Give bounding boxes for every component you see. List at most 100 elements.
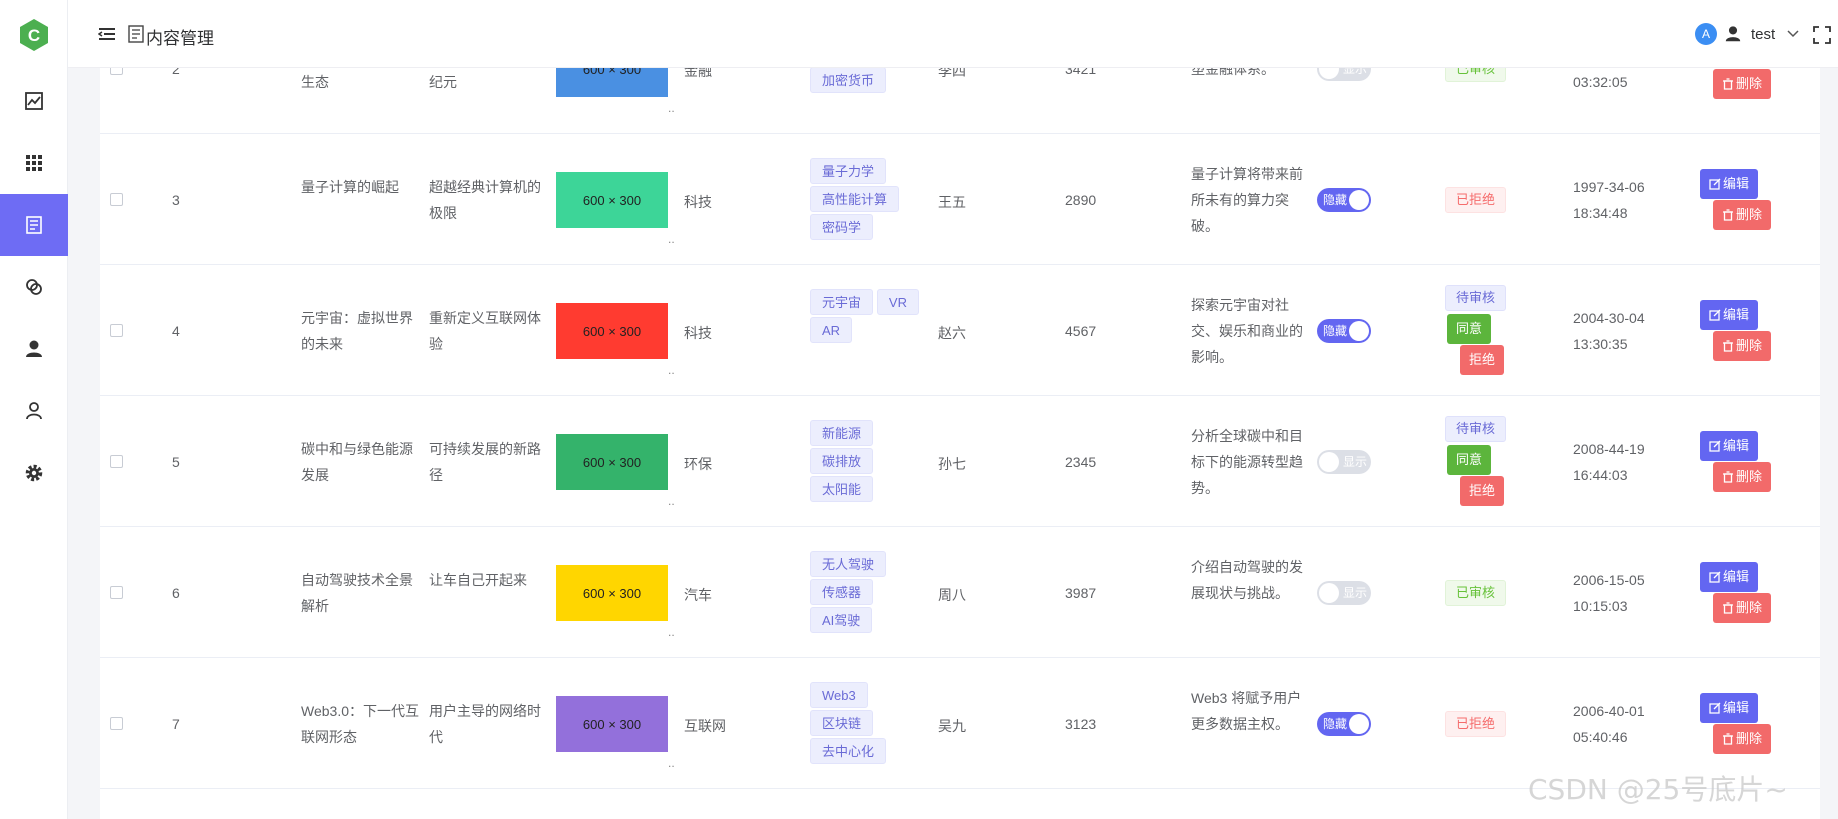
- edit-button[interactable]: 编辑: [1700, 562, 1759, 592]
- category: 科技: [684, 194, 712, 210]
- author: 吴九: [938, 718, 966, 734]
- menu-fold-icon[interactable]: [98, 25, 116, 43]
- table-row[interactable]: 2 区块链与未来金融生态 去中心化金融的新纪元 600 × 300 .. 金融 …: [100, 68, 1820, 134]
- article-subtitle: 可持续发展的新路径: [429, 441, 541, 483]
- visibility-toggle[interactable]: 显示: [1317, 450, 1371, 474]
- tag: VR: [876, 289, 919, 315]
- sidebar-item-settings[interactable]: [0, 442, 68, 504]
- author: 李四: [938, 68, 966, 79]
- table-row[interactable]: 6 自动驾驶技术全景解析 让车自己开起来 600 × 300 .. 汽车 无人驾…: [100, 528, 1820, 658]
- edit-icon: [1709, 702, 1721, 714]
- sidebar-item-content[interactable]: [0, 194, 68, 256]
- ellipsis-text: ..: [668, 756, 675, 770]
- ellipsis-text: ..: [668, 232, 675, 246]
- toggle-knob: [1349, 190, 1369, 210]
- agree-button[interactable]: 同意: [1447, 445, 1492, 475]
- username[interactable]: test: [1751, 26, 1775, 43]
- created-at: 2006-40-01 05:40:46: [1573, 703, 1645, 745]
- delete-button[interactable]: 删除: [1713, 593, 1772, 623]
- chevron-down-icon[interactable]: [1786, 29, 1800, 39]
- edit-button[interactable]: 编辑: [1700, 693, 1759, 723]
- row-id: 2: [172, 68, 180, 77]
- toggle-knob: [1349, 714, 1369, 734]
- visibility-toggle[interactable]: 显示: [1317, 68, 1371, 81]
- article-title: 碳中和与绿色能源发展: [301, 441, 413, 483]
- delete-button[interactable]: 删除: [1713, 200, 1772, 230]
- delete-button[interactable]: 删除: [1713, 462, 1772, 492]
- edit-button[interactable]: 编辑: [1700, 169, 1759, 199]
- cover-image[interactable]: 600 × 300: [556, 696, 668, 752]
- category: 环保: [684, 456, 712, 472]
- edit-button[interactable]: 编辑: [1700, 300, 1759, 330]
- sidebar-item-links[interactable]: [0, 256, 68, 318]
- row-id: 4: [172, 323, 180, 339]
- ellipsis-text: ..: [668, 363, 675, 377]
- article-subtitle: 超越经典计算机的极限: [429, 179, 541, 221]
- table-row[interactable]: 3 量子计算的崛起 超越经典计算机的极限 600 × 300 .. 科技 量子力…: [100, 135, 1820, 265]
- user-filled-icon: [26, 340, 42, 357]
- agree-button[interactable]: 同意: [1447, 314, 1492, 344]
- author: 孙七: [938, 456, 966, 472]
- delete-button[interactable]: 删除: [1713, 724, 1772, 754]
- table-row[interactable]: 4 元宇宙：虚拟世界的未来 重新定义互联网体验 600 × 300 .. 科技 …: [100, 266, 1820, 396]
- visibility-toggle[interactable]: 显示: [1317, 581, 1371, 605]
- tag: 去中心化: [810, 738, 887, 764]
- sidebar-item-dashboard[interactable]: [0, 70, 68, 132]
- tag: 密码学: [810, 214, 874, 240]
- visibility-toggle[interactable]: 隐藏: [1317, 319, 1371, 343]
- tag-list: 无人驾驶 传感器 AI驾驶: [810, 551, 930, 635]
- trash-icon: [1723, 209, 1733, 221]
- created-at: 2006-15-05 10:15:03: [1573, 572, 1645, 614]
- trash-icon: [1723, 733, 1733, 745]
- visibility-toggle[interactable]: 隐藏: [1317, 188, 1371, 212]
- article-title: 元宇宙：虚拟世界的未来: [301, 310, 413, 352]
- view-count: 3987: [1065, 585, 1097, 601]
- reject-button[interactable]: 拒绝: [1460, 345, 1505, 375]
- toggle-knob: [1319, 583, 1339, 603]
- cover-image[interactable]: 600 × 300: [556, 172, 668, 228]
- edit-icon: [1709, 309, 1721, 321]
- summary: 探讨区块链如何重塑金融体系。: [1191, 68, 1275, 77]
- article-subtitle: 用户主导的网络时代: [429, 703, 541, 745]
- cover-image[interactable]: 600 × 300: [556, 434, 668, 490]
- app-logo[interactable]: C: [19, 18, 49, 52]
- category: 汽车: [684, 587, 712, 603]
- svg-text:C: C: [28, 26, 40, 45]
- sidebar-item-apps[interactable]: [0, 132, 68, 194]
- cover-image[interactable]: 600 × 300: [556, 303, 668, 359]
- row-checkbox[interactable]: [110, 586, 123, 599]
- row-checkbox[interactable]: [110, 68, 123, 75]
- row-id: 7: [172, 716, 180, 732]
- tag: AI驾驶: [810, 607, 873, 633]
- row-checkbox[interactable]: [110, 717, 123, 730]
- sidebar-item-profile[interactable]: [0, 380, 68, 442]
- row-checkbox[interactable]: [110, 324, 123, 337]
- cover-image[interactable]: 600 × 300: [556, 68, 668, 97]
- grid-icon: [26, 155, 42, 171]
- visibility-toggle[interactable]: 隐藏: [1317, 712, 1371, 736]
- article-title: 自动驾驶技术全景解析: [301, 572, 413, 614]
- row-id: 6: [172, 585, 180, 601]
- avatar[interactable]: A: [1695, 23, 1717, 45]
- article-title: 量子计算的崛起: [301, 179, 399, 195]
- cover-image[interactable]: 600 × 300: [556, 565, 668, 621]
- table-row[interactable]: 5 碳中和与绿色能源发展 可持续发展的新路径 600 × 300 .. 环保 新…: [100, 397, 1820, 527]
- status-badge: 已拒绝: [1445, 711, 1507, 737]
- delete-button[interactable]: 删除: [1713, 69, 1772, 99]
- tag: Web3: [810, 682, 868, 708]
- row-id: 5: [172, 454, 180, 470]
- category: 科技: [684, 325, 712, 341]
- edit-button[interactable]: 编辑: [1700, 431, 1759, 461]
- tag: 太阳能: [810, 476, 874, 502]
- row-checkbox[interactable]: [110, 455, 123, 468]
- user-filled-icon[interactable]: [1724, 25, 1742, 43]
- reject-button[interactable]: 拒绝: [1460, 476, 1505, 506]
- delete-button[interactable]: 删除: [1713, 331, 1772, 361]
- view-count: 3123: [1065, 716, 1097, 732]
- fullscreen-icon[interactable]: [1813, 26, 1831, 44]
- trash-icon: [1723, 471, 1733, 483]
- sidebar-item-users[interactable]: [0, 318, 68, 380]
- status-badge: 已审核: [1445, 580, 1507, 606]
- view-count: 4567: [1065, 323, 1097, 339]
- row-checkbox[interactable]: [110, 193, 123, 206]
